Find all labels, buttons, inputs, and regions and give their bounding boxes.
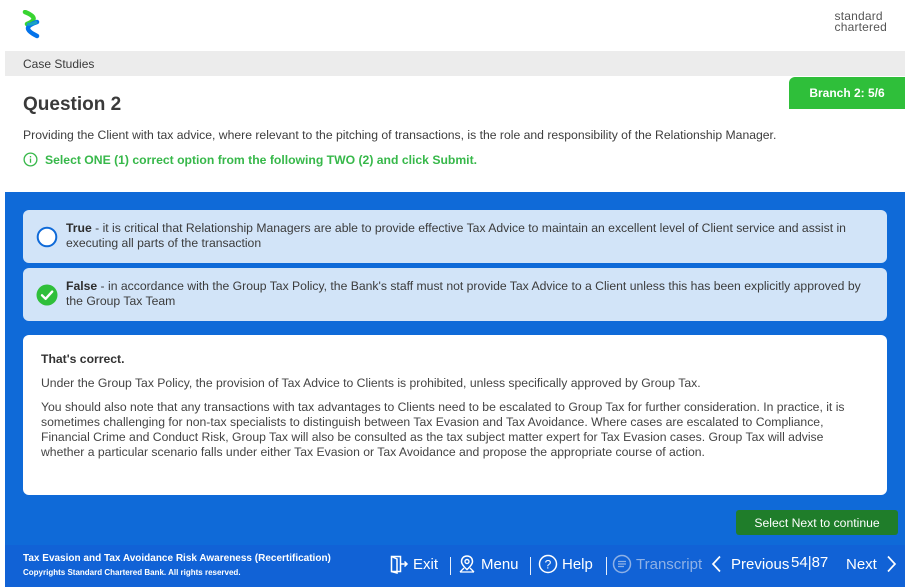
- answer-panel: True - it is critical that Relationship …: [5, 192, 905, 545]
- chevron-left-icon: [711, 555, 721, 573]
- exit-button[interactable]: Exit: [389, 554, 438, 574]
- feedback-paragraph-2: You should also note that any transactio…: [41, 400, 845, 459]
- page-counter: 54|87: [791, 554, 829, 571]
- brand-name: standard chartered: [834, 9, 887, 34]
- radio-unselected-icon[interactable]: [36, 226, 58, 248]
- option-true-text: True - it is critical that Relationship …: [66, 221, 846, 250]
- breadcrumb: Case Studies: [23, 57, 95, 71]
- exit-icon: [390, 555, 409, 574]
- check-selected-icon[interactable]: [36, 284, 58, 306]
- svg-text:?: ?: [545, 557, 552, 571]
- option-false[interactable]: False - in accordance with the Group Tax…: [23, 268, 887, 321]
- footer-separator: [606, 557, 607, 575]
- branch-progress-badge: Branch 2: 5/6: [789, 77, 905, 109]
- footer-separator: [530, 557, 531, 575]
- transcript-button[interactable]: Transcript: [612, 554, 702, 574]
- feedback-title: That's correct.: [41, 352, 125, 366]
- next-tooltip: Select Next to continue: [736, 510, 898, 535]
- menu-button[interactable]: Menu: [457, 554, 519, 574]
- option-false-text: False - in accordance with the Group Tax…: [66, 279, 861, 308]
- course-title: Tax Evasion and Tax Avoidance Risk Aware…: [23, 553, 331, 564]
- next-button[interactable]: Next: [846, 554, 901, 574]
- instruction: Select ONE (1) correct option from the f…: [23, 152, 477, 167]
- feedback-paragraph-1: Under the Group Tax Policy, the provisio…: [41, 376, 701, 390]
- breadcrumb-bar: Case Studies: [5, 51, 905, 76]
- feedback-box: That's correct. Under the Group Tax Poli…: [23, 335, 887, 495]
- previous-button[interactable]: Previous: [707, 554, 789, 574]
- standard-chartered-logo-icon: [22, 10, 40, 39]
- help-icon: ?: [538, 554, 558, 574]
- footer-bar: Tax Evasion and Tax Avoidance Risk Aware…: [5, 545, 905, 587]
- instruction-text: Select ONE (1) correct option from the f…: [45, 152, 478, 167]
- transcript-icon: [612, 554, 632, 574]
- map-pin-icon: [459, 555, 475, 573]
- info-icon: [23, 152, 38, 167]
- help-button[interactable]: ? Help: [538, 554, 593, 574]
- option-true[interactable]: True - it is critical that Relationship …: [23, 210, 887, 263]
- copyright-text: Copyrights Standard Chartered Bank. All …: [23, 568, 241, 577]
- question-text: Providing the Client with tax advice, wh…: [23, 128, 777, 142]
- chevron-right-icon: [887, 555, 897, 573]
- question-title: Question 2: [23, 94, 122, 115]
- footer-separator: [450, 557, 451, 575]
